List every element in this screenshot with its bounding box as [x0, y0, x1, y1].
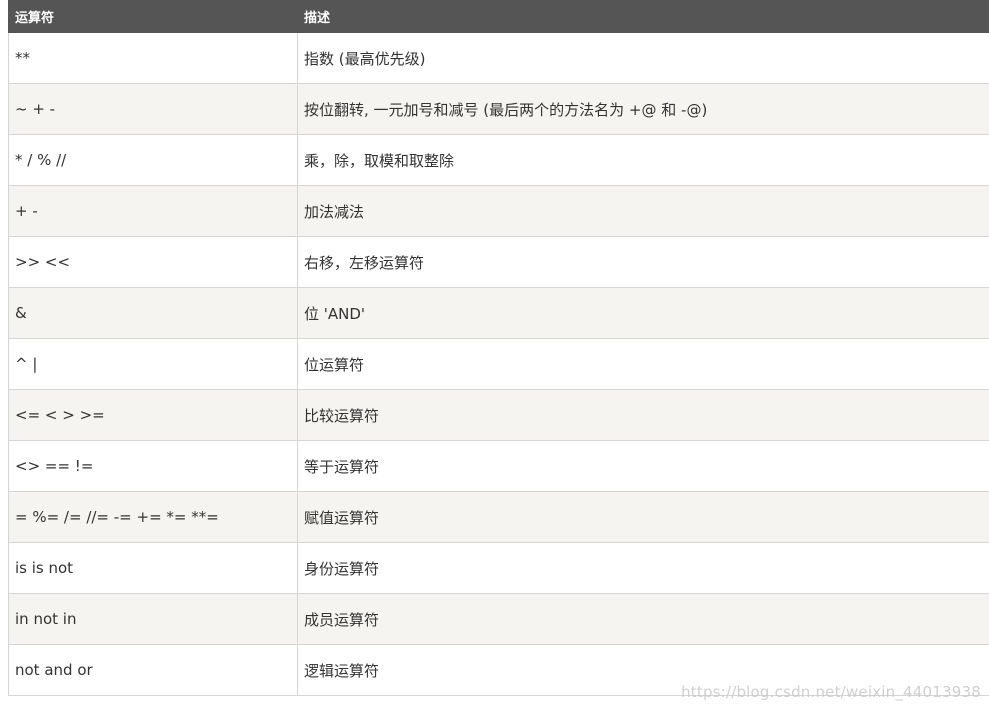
table-row: <= < > >= 比较运算符 [8, 389, 989, 441]
description-cell: 身份运算符 [297, 542, 989, 594]
description-cell: 加法减法 [297, 185, 989, 237]
table-row: = %= /= //= -= += *= **= 赋值运算符 [8, 491, 989, 543]
watermark: https://blog.csdn.net/weixin_44013938 [681, 683, 981, 701]
operator-cell: ^ | [8, 338, 298, 390]
operator-cell: <> == != [8, 440, 298, 492]
operator-precedence-table-container: 运算符 描述 ** 指数 (最高优先级) ~ + - 按位翻转, 一元加号和减号… [8, 0, 989, 696]
table-row: ** 指数 (最高优先级) [8, 32, 989, 84]
description-cell: 等于运算符 [297, 440, 989, 492]
operator-cell: * / % // [8, 134, 298, 186]
description-cell: 成员运算符 [297, 593, 989, 645]
description-cell: 指数 (最高优先级) [297, 32, 989, 84]
operator-cell: is is not [8, 542, 298, 594]
operator-cell: ** [8, 32, 298, 84]
table-row: in not in 成员运算符 [8, 593, 989, 645]
header-description: 描述 [297, 0, 989, 33]
description-cell: 赋值运算符 [297, 491, 989, 543]
operator-cell: ~ + - [8, 83, 298, 135]
table-row: <> == != 等于运算符 [8, 440, 989, 492]
operator-cell: + - [8, 185, 298, 237]
table-body: ** 指数 (最高优先级) ~ + - 按位翻转, 一元加号和减号 (最后两个的… [8, 32, 989, 696]
table-row: ^ | 位运算符 [8, 338, 989, 390]
operator-cell: & [8, 287, 298, 339]
description-cell: 按位翻转, 一元加号和减号 (最后两个的方法名为 +@ 和 -@) [297, 83, 989, 135]
operator-precedence-table: 运算符 描述 ** 指数 (最高优先级) ~ + - 按位翻转, 一元加号和减号… [8, 0, 989, 696]
header-operator: 运算符 [8, 0, 298, 33]
table-row: * / % // 乘，除，取模和取整除 [8, 134, 989, 186]
table-header: 运算符 描述 [8, 0, 989, 33]
description-cell: 位运算符 [297, 338, 989, 390]
table-row: & 位 'AND' [8, 287, 989, 339]
operator-cell: <= < > >= [8, 389, 298, 441]
table-row: >> << 右移，左移运算符 [8, 236, 989, 288]
description-cell: 右移，左移运算符 [297, 236, 989, 288]
table-row: ~ + - 按位翻转, 一元加号和减号 (最后两个的方法名为 +@ 和 -@) [8, 83, 989, 135]
operator-cell: >> << [8, 236, 298, 288]
description-cell: 乘，除，取模和取整除 [297, 134, 989, 186]
table-row: is is not 身份运算符 [8, 542, 989, 594]
table-row: + - 加法减法 [8, 185, 989, 237]
header-row: 运算符 描述 [8, 0, 989, 33]
description-cell: 位 'AND' [297, 287, 989, 339]
description-cell: 比较运算符 [297, 389, 989, 441]
operator-cell: = %= /= //= -= += *= **= [8, 491, 298, 543]
operator-cell: in not in [8, 593, 298, 645]
operator-cell: not and or [8, 644, 298, 696]
